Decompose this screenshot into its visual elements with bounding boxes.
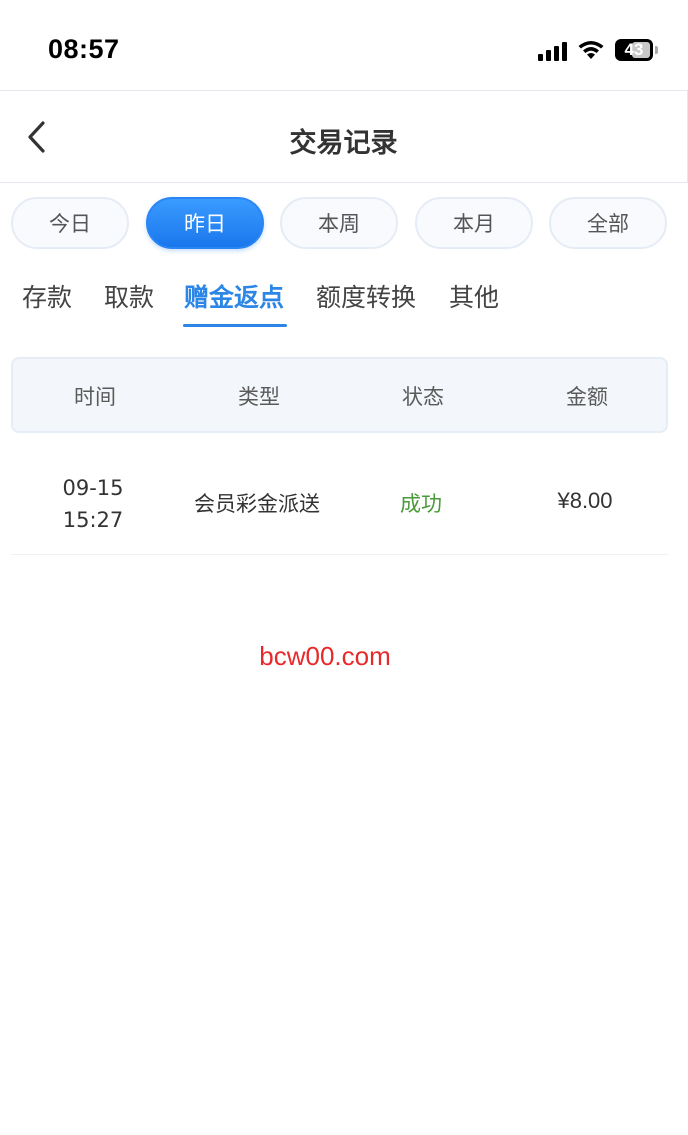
cell-time-value: 15:27 [62, 508, 124, 532]
date-filter-today[interactable]: 今日 [11, 197, 129, 249]
status-bar: 08:57 43 [0, 0, 688, 90]
date-filter-yesterday[interactable]: 昨日 [146, 197, 264, 249]
date-filter-this-week[interactable]: 本周 [280, 197, 398, 249]
date-filter-all[interactable]: 全部 [549, 197, 667, 249]
wifi-icon [578, 41, 604, 59]
status-time: 08:57 [48, 34, 120, 64]
battery-icon: 43 [615, 39, 658, 61]
cell-date-value: 09-15 [62, 476, 124, 500]
column-header-time: 时间 [74, 385, 116, 409]
column-header-type: 类型 [238, 385, 280, 409]
cell-status: 成功 [400, 492, 442, 516]
page-title: 交易记录 [289, 128, 398, 159]
table-header: 时间 类型 状态 金额 [11, 357, 668, 433]
tab-deposit[interactable]: 存款 [22, 278, 72, 314]
tab-credit-transfer[interactable]: 额度转换 [316, 278, 416, 314]
transaction-records-page: 08:57 43 交易记录 今日 昨日 本周 本月 全部 存款 取款 赠金返点 … [0, 0, 688, 1135]
tab-bonus-rebate[interactable]: 赠金返点 [184, 278, 284, 314]
status-icons: 43 [538, 36, 658, 64]
date-filter-this-month[interactable]: 本月 [415, 197, 533, 249]
cell-type: 会员彩金派送 [194, 492, 320, 516]
active-tab-indicator [183, 324, 287, 327]
column-header-amount: 金额 [566, 385, 608, 409]
cell-amount: ¥8.00 [557, 488, 613, 513]
column-header-status: 状态 [402, 385, 444, 409]
tab-other[interactable]: 其他 [449, 278, 499, 314]
battery-level: 43 [624, 40, 644, 59]
table-row[interactable]: 09-15 15:27 会员彩金派送 成功 ¥8.00 [11, 448, 668, 555]
nav-header: 交易记录 [0, 90, 688, 183]
cell-time: 09-15 15:27 [11, 472, 175, 536]
tab-withdraw[interactable]: 取款 [104, 278, 154, 314]
category-tabs: 存款 取款 赠金返点 额度转换 其他 [0, 270, 688, 330]
signal-icon [538, 39, 567, 61]
watermark-text: bcw00.com [259, 641, 391, 671]
date-filter: 今日 昨日 本周 本月 全部 [11, 197, 671, 249]
